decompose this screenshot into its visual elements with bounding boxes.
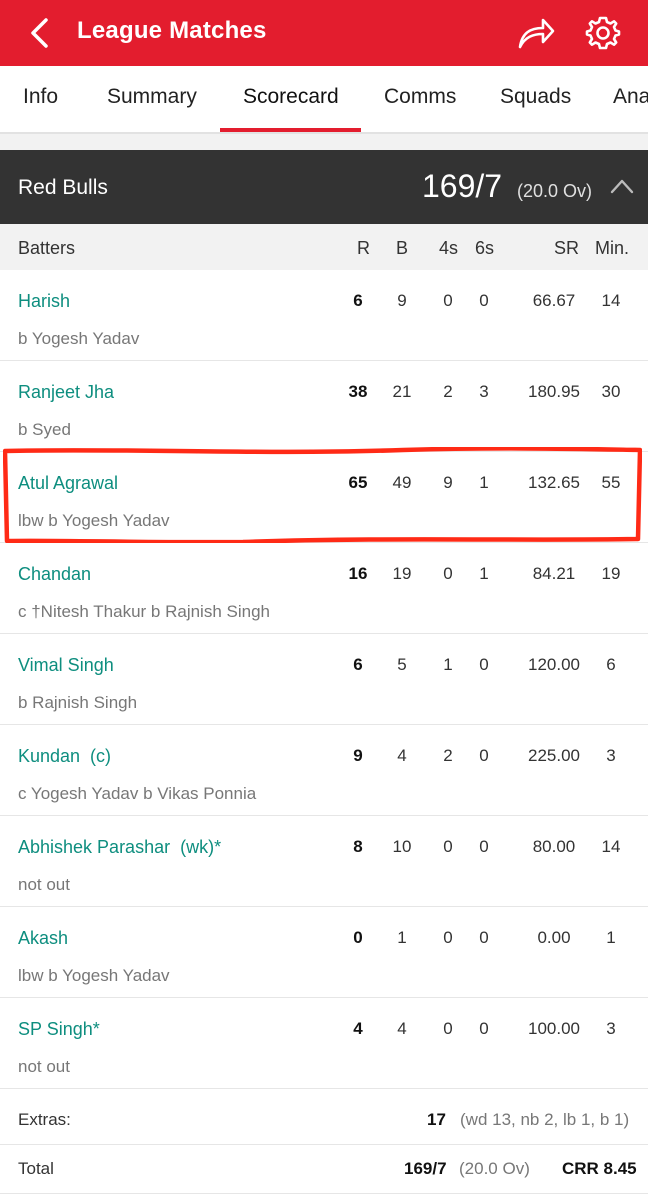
dismissal: c †Nitesh Thakur b Rajnish Singh <box>18 602 270 621</box>
batter-row: Abhishek Parashar (wk)* not out 8 10 0 0… <box>0 816 648 907</box>
minutes: 3 <box>606 746 616 765</box>
batting-table-header: Batters R B 4s 6s SR Min. <box>0 224 648 270</box>
tab-summary[interactable]: Summary <box>107 85 197 109</box>
team-overs: (20.0 Ov) <box>517 181 593 201</box>
dismissal: b Yogesh Yadav <box>18 329 140 348</box>
tab-bar: Info Summary Scorecard Comms Squads Ana <box>0 66 648 134</box>
extras-value: 17 <box>427 1110 446 1129</box>
tab-analysis[interactable]: Ana <box>613 85 648 109</box>
team-name: Red Bulls <box>18 176 108 199</box>
dismissal: not out <box>18 1057 70 1076</box>
minutes: 19 <box>601 564 621 583</box>
team-score: 169/7 <box>422 168 503 204</box>
batter-row: Kundan (c) c Yogesh Yadav b Vikas Ponnia… <box>0 725 648 816</box>
dismissal: c Yogesh Yadav b Vikas Ponnia <box>18 784 257 803</box>
app-header: League Matches <box>0 0 648 66</box>
sixes: 0 <box>479 655 489 674</box>
col-strike-rate: SR <box>554 238 580 258</box>
highlight-annotation <box>3 447 642 543</box>
minutes: 14 <box>601 837 621 856</box>
col-batters: Batters <box>18 238 76 258</box>
tab-squads[interactable]: Squads <box>500 85 571 109</box>
sixes: 1 <box>479 564 489 583</box>
batter-row: Harish b Yogesh Yadav 6 9 0 0 66.67 14 <box>0 270 648 361</box>
batter-row: SP Singh* not out 4 4 0 0 100.00 3 <box>0 998 648 1089</box>
batter-row: Ranjeet Jha b Syed 38 21 2 3 180.95 30 <box>0 361 648 452</box>
section-divider <box>0 134 648 150</box>
dismissal: lbw b Yogesh Yadav <box>18 966 170 985</box>
dismissal: b Syed <box>18 420 71 439</box>
batter-row: Akash lbw b Yogesh Yadav 0 1 0 0 0.00 1 <box>0 907 648 998</box>
batter-name[interactable]: Akash <box>18 928 68 949</box>
innings-header[interactable]: Red Bulls 169/7 (20.0 Ov) <box>0 150 648 224</box>
col-fours: 4s <box>439 238 459 258</box>
total-label: Total <box>18 1159 54 1178</box>
minutes: 30 <box>601 382 621 401</box>
sixes: 0 <box>479 1019 489 1038</box>
tab-comms[interactable]: Comms <box>384 85 456 109</box>
minutes: 14 <box>601 291 621 310</box>
tab-info[interactable]: Info <box>23 85 58 109</box>
extras-label: Extras: <box>18 1110 71 1129</box>
tab-scorecard[interactable]: Scorecard <box>243 85 339 109</box>
total-score: 169/7 <box>404 1159 447 1178</box>
share-icon[interactable] <box>516 15 556 51</box>
sixes: 0 <box>479 746 489 765</box>
col-balls: B <box>396 238 409 258</box>
batter-row: Vimal Singh b Rajnish Singh 6 5 1 0 120.… <box>0 634 648 725</box>
current-run-rate: CRR 8.45 <box>562 1159 637 1178</box>
batter-name[interactable]: SP Singh* <box>18 1019 100 1040</box>
total-overs: (20.0 Ov) <box>459 1159 530 1178</box>
sixes: 0 <box>479 291 489 310</box>
active-tab-indicator <box>220 128 361 132</box>
total-row: Total 169/7 (20.0 Ov) CRR 8.45 <box>0 1145 648 1194</box>
sixes: 0 <box>479 928 489 947</box>
extras-detail: (wd 13, nb 2, lb 1, b 1) <box>460 1110 630 1129</box>
col-sixes: 6s <box>475 238 495 258</box>
chevron-up-icon[interactable] <box>609 176 635 196</box>
col-minutes: Min. <box>595 238 630 258</box>
minutes: 1 <box>606 928 616 947</box>
minutes: 6 <box>606 655 616 674</box>
dismissal: b Rajnish Singh <box>18 693 138 712</box>
dismissal: not out <box>18 875 70 894</box>
batter-name[interactable]: Kundan (c) <box>18 746 111 767</box>
batter-name[interactable]: Vimal Singh <box>18 655 114 676</box>
batter-name[interactable]: Chandan <box>18 564 91 585</box>
batter-name[interactable]: Harish <box>18 291 70 312</box>
batter-row: Chandan c †Nitesh Thakur b Rajnish Singh… <box>0 543 648 634</box>
batter-name[interactable]: Abhishek Parashar (wk)* <box>18 837 221 858</box>
gear-icon[interactable] <box>583 13 623 53</box>
extras-row: Extras: 17 (wd 13, nb 2, lb 1, b 1) <box>0 1096 648 1145</box>
minutes: 3 <box>606 1019 616 1038</box>
sixes: 0 <box>479 837 489 856</box>
chevron-left-icon[interactable] <box>22 14 58 52</box>
col-runs: R <box>357 238 370 258</box>
page-title: League Matches <box>77 17 267 44</box>
sixes: 3 <box>479 382 489 401</box>
batter-name[interactable]: Ranjeet Jha <box>18 382 114 403</box>
